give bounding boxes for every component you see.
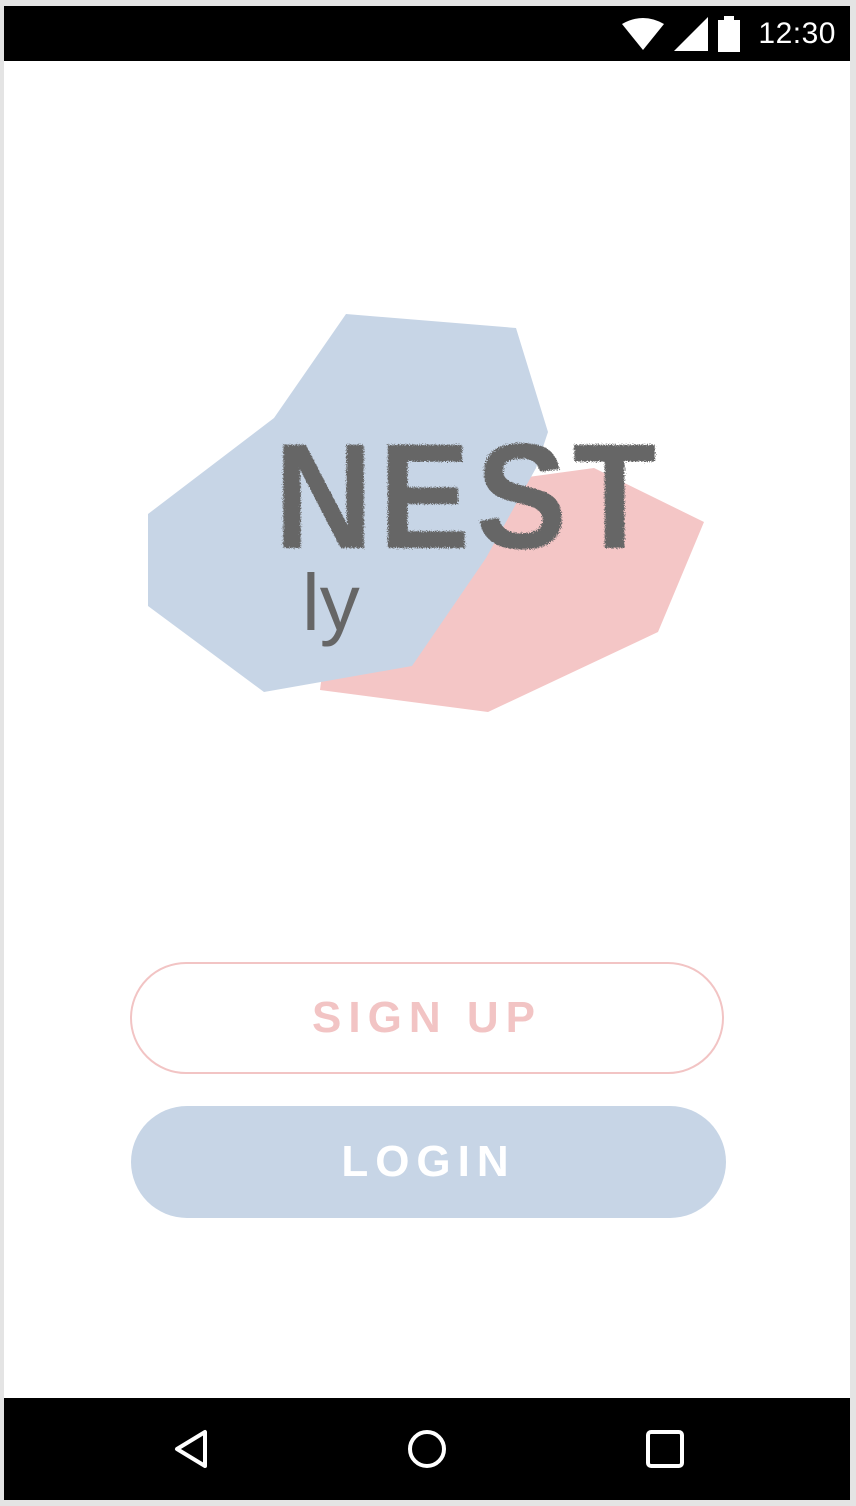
navigation-bar [4,1398,850,1500]
home-icon[interactable] [404,1426,450,1472]
logo-wordmark: NEST [274,412,662,580]
cell-signal-icon [674,16,709,51]
app-screen: 12:30 NEST ly SIGN UP LOGIN [4,6,850,1500]
status-icons: 12:30 [622,6,836,61]
logo-suffix: ly [302,558,360,647]
sign-up-button[interactable]: SIGN UP [130,962,724,1074]
wifi-icon [622,17,665,50]
login-button[interactable]: LOGIN [131,1106,726,1218]
nestly-logo: NEST ly [144,308,714,728]
back-icon[interactable] [168,1426,214,1472]
recents-icon[interactable] [642,1426,688,1472]
status-time: 12:30 [758,16,836,50]
status-bar: 12:30 [4,6,850,61]
battery-icon [718,15,741,52]
